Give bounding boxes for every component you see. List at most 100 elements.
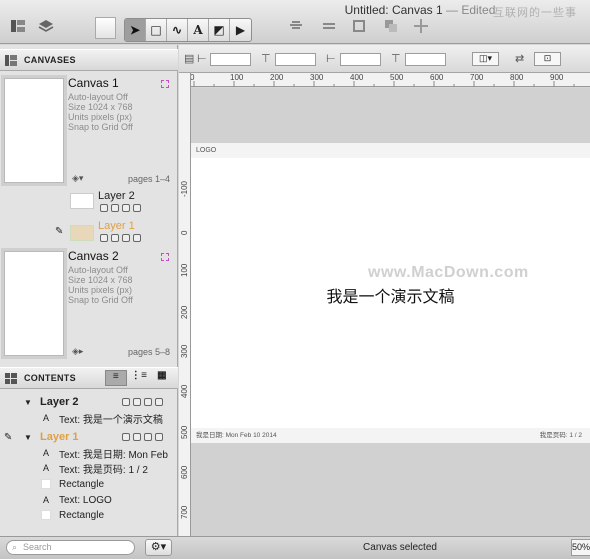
layers-disclosure-icon[interactable]: ◈▾ (72, 173, 83, 184)
layer-shared-icon (122, 234, 130, 242)
canvas2-pages: pages 5–8 (128, 347, 171, 357)
canvas2-meta-units: Units pixels (px) (68, 285, 133, 295)
footer-date-text[interactable]: 我是日期: Mon Feb 10 2014 (196, 428, 277, 443)
triangle-down-icon: ▼ (24, 397, 32, 407)
layer1-thumbnail[interactable] (70, 225, 94, 241)
style-popup-icon[interactable]: ◫▾ (472, 52, 499, 66)
grid-icon: ▤ (184, 53, 195, 65)
pencil-icon: ✎ (55, 226, 64, 237)
pen-tool-icon[interactable]: ∿ (167, 19, 188, 41)
text-tool-icon[interactable]: A (188, 19, 209, 41)
logo-text[interactable]: LOGO (191, 143, 590, 158)
grid-view-icon[interactable]: ▦ (151, 370, 173, 386)
ruler-label: 100 (180, 263, 189, 277)
canvas1-meta-snap: Snap to Grid Off (68, 122, 133, 132)
contents-row[interactable]: ✎ ▼ Layer 1 (0, 429, 178, 445)
pencil-icon: ✎ (4, 431, 13, 443)
search-field[interactable]: ⌕ Search (6, 540, 135, 555)
x-field[interactable] (210, 53, 251, 66)
canvas1-meta-autolayout: Auto-layout Off (68, 92, 128, 102)
list-view-icon[interactable]: ≡ (105, 370, 127, 386)
layers-toggle-icon[interactable] (33, 14, 59, 38)
layer2-controls[interactable] (100, 204, 141, 212)
layer1-name[interactable]: Layer 1 (98, 220, 135, 232)
magnet-popup-icon[interactable]: ⊡ (534, 52, 561, 66)
contents-row[interactable]: A Text: LOGO (0, 492, 178, 508)
canvas-marker-icon (161, 80, 169, 88)
status-bar: ⌕ Search ⚙▾ Canvas selected 50% (0, 536, 590, 559)
canvas2-meta-snap: Snap to Grid Off (68, 295, 133, 305)
contents-row[interactable]: A Text: 我是一个演示文稿 (0, 410, 178, 426)
rectangle-icon (41, 510, 51, 520)
connect-icon[interactable]: ⇄ (515, 52, 524, 65)
watermark-text: www.MacDown.com (368, 264, 529, 281)
text-icon: A (43, 463, 50, 473)
ruler-label: 100 (230, 73, 244, 82)
triangle-down-icon: ▼ (24, 432, 32, 442)
diagram-tool-icon[interactable]: ◩ (209, 19, 230, 41)
layer-print-icon (111, 204, 119, 212)
contents-row[interactable]: A Text: 我是页码: 1 / 2 (0, 460, 178, 476)
watermark-text: 互联网的一些事 (493, 7, 577, 19)
contents-row[interactable]: ▼ Layer 2 (0, 394, 178, 410)
horizontal-ruler: 0 100 200 300 400 500 600 700 800 900 (190, 73, 590, 87)
canvas1-meta-size: Size 1024 x 768 (68, 102, 133, 112)
canvas1-pages: pages 1–4 (128, 174, 171, 184)
layer-visible-icon (100, 234, 108, 242)
align-icon[interactable] (283, 14, 309, 38)
y-field[interactable] (275, 53, 316, 66)
contents-header: CONTENTS ≡ ⋮≡ ▦ (0, 367, 178, 389)
text-icon: A (43, 413, 50, 423)
text-icon: A (43, 495, 50, 505)
arrange-icon[interactable] (378, 14, 404, 38)
contents-row[interactable]: A Text: 我是日期: Mon Feb (0, 445, 178, 461)
rectangle-icon (41, 479, 51, 489)
ruler-label: 0 (180, 230, 189, 235)
contents-row[interactable]: Rectangle (0, 476, 178, 492)
ruler-label: 900 (550, 73, 564, 82)
outline-view-icon[interactable]: ⋮≡ (128, 370, 150, 386)
ruler-label: 600 (430, 73, 444, 82)
canvas1-name[interactable]: Canvas 1 (68, 76, 119, 90)
contents-row[interactable]: Rectangle (0, 507, 178, 523)
width-icon: ⊢ (326, 53, 336, 65)
present-tool-icon[interactable]: ▶ (230, 19, 251, 41)
layers-disclosure-icon[interactable]: ◈▸ (72, 346, 83, 357)
properties-bar: ▤ ⊢ ⊤ ⊢ ⊤ ◫▾ ⇄ ⊡ (179, 45, 590, 73)
search-icon: ⌕ (12, 542, 18, 552)
layer-lock-icon (133, 204, 141, 212)
fill-swatch[interactable] (95, 17, 116, 39)
ruler-label: 300 (310, 73, 324, 82)
selection-tool-icon[interactable]: ➤ (125, 19, 146, 41)
lock-icon[interactable] (408, 14, 434, 38)
zoom-field[interactable]: 50% (571, 539, 590, 556)
canvas2-meta-autolayout: Auto-layout Off (68, 265, 128, 275)
group-icon[interactable] (346, 14, 372, 38)
distribute-icon[interactable] (316, 14, 342, 38)
layer-lock-icon (133, 234, 141, 242)
layer2-name[interactable]: Layer 2 (98, 190, 135, 202)
footer-bar[interactable]: 我是日期: Mon Feb 10 2014 我是页码: 1 / 2 (191, 428, 590, 443)
footer-page-text[interactable]: 我是页码: 1 / 2 (540, 428, 582, 443)
ruler-label: 700 (470, 73, 484, 82)
shape-tool-icon[interactable]: □ (146, 19, 167, 41)
layer2-thumbnail[interactable] (70, 193, 94, 209)
ruler-label: 500 (390, 73, 404, 82)
canvas1-thumbnail[interactable] (4, 78, 64, 183)
gear-icon[interactable]: ⚙▾ (145, 539, 172, 556)
toolbar: Untitled: Canvas 1 — Edited 互联网的一些事 ➤ □ … (0, 0, 590, 44)
canvas-page[interactable]: LOGO 我是一个演示文稿 我是日期: Mon Feb 10 2014 我是页码… (191, 143, 590, 443)
canvas1-meta-units: Units pixels (px) (68, 112, 133, 122)
layer1-controls[interactable] (100, 234, 141, 242)
main-title-text[interactable]: 我是一个演示文稿 (191, 283, 590, 307)
height-icon: ⊤ (391, 53, 401, 65)
canvases-toggle-icon[interactable] (5, 14, 31, 38)
status-text: Canvas selected (363, 542, 437, 553)
canvas2-thumbnail[interactable] (4, 251, 64, 356)
width-field[interactable] (340, 53, 381, 66)
canvas2-name[interactable]: Canvas 2 (68, 249, 119, 263)
height-field[interactable] (405, 53, 446, 66)
vertical-ruler: -100 0 100 200 300 400 500 600 700 800 (179, 73, 191, 559)
ruler-label: 200 (180, 305, 189, 319)
layer-shared-icon (122, 204, 130, 212)
